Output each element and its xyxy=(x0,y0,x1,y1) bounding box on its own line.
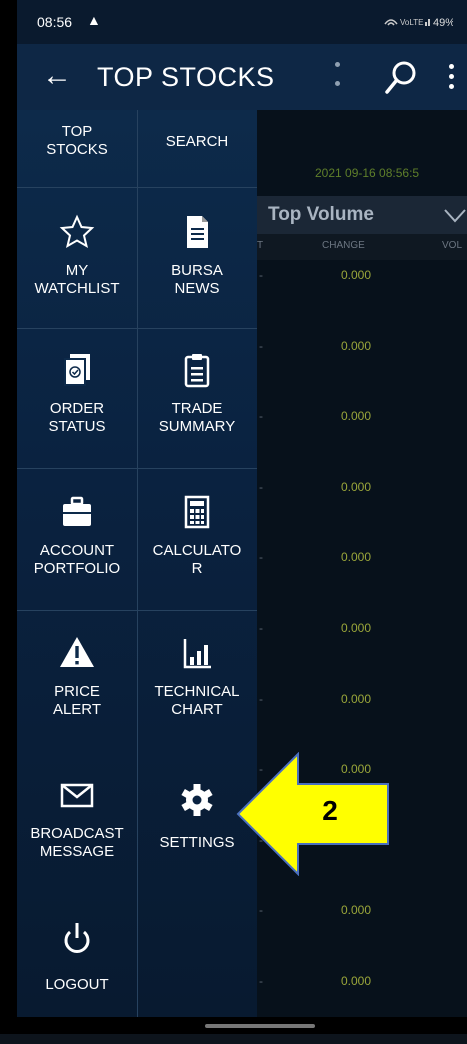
row-change: 0.000 xyxy=(341,621,372,635)
row-symbol: - xyxy=(259,268,263,282)
row-divider xyxy=(17,328,257,329)
menu-label: BROADCAST xyxy=(30,825,124,842)
row-symbol: - xyxy=(259,621,263,635)
menu-label: WATCHLIST xyxy=(34,280,120,297)
table-row[interactable]: - 0.000 xyxy=(257,268,467,338)
menu-label: SEARCH xyxy=(165,133,229,150)
menu-item-bursa-news[interactable]: BURSA NEWS xyxy=(137,212,257,298)
menu-item-logout[interactable]: LOGOUT xyxy=(17,918,137,994)
search-icon[interactable] xyxy=(383,58,419,98)
document-icon xyxy=(187,216,208,248)
row-symbol: - xyxy=(259,692,263,706)
menu-label: LOGOUT xyxy=(45,976,109,993)
menu-label: ORDER xyxy=(49,400,105,417)
table-row[interactable]: - 0.000 xyxy=(257,903,467,973)
menu-item-technical-chart[interactable]: TECHNICAL CHART xyxy=(137,633,257,719)
menu-label: TOP xyxy=(61,123,93,140)
menu-label: STATUS xyxy=(48,418,106,435)
column-header: T xyxy=(257,240,264,251)
app-bar: ← TOP STOCKS xyxy=(17,44,467,110)
menu-label: ACCOUNT xyxy=(39,542,115,559)
row-divider xyxy=(17,468,257,469)
row-change: 0.000 xyxy=(341,339,372,353)
table-row[interactable]: - 0.000 xyxy=(257,621,467,691)
menu-item-my-watchlist[interactable]: MY WATCHLIST xyxy=(17,212,137,298)
drag-dots-icon xyxy=(335,56,341,100)
calculator-icon xyxy=(184,495,210,529)
table-row[interactable]: - 0.000 xyxy=(257,339,467,409)
envelope-icon xyxy=(60,783,94,808)
status-indicators: VoLTE 49% xyxy=(383,14,455,31)
status-time: 08:56 xyxy=(37,14,73,30)
menu-item-broadcast-message[interactable]: BROADCAST MESSAGE xyxy=(17,775,137,861)
row-change: 0.000 xyxy=(341,550,372,564)
star-icon xyxy=(59,214,95,249)
table-row[interactable]: - 0.000 xyxy=(257,550,467,620)
page-title: TOP STOCKS xyxy=(97,62,275,92)
power-icon xyxy=(64,923,90,953)
svg-text:VoLTE: VoLTE xyxy=(400,18,423,27)
home-indicator[interactable] xyxy=(205,1024,315,1028)
menu-label: BURSA xyxy=(171,262,223,279)
status-bar: 08:56 ▲ VoLTE 49% xyxy=(17,0,467,44)
menu-item-calculator[interactable]: CALCULATO R xyxy=(137,492,257,578)
menu-label: TRADE xyxy=(171,400,223,417)
row-change: 0.000 xyxy=(341,692,372,706)
row-divider xyxy=(17,610,257,611)
row-change: 0.000 xyxy=(341,409,372,423)
table-row[interactable]: - 0.000 xyxy=(257,409,467,479)
menu-item-price-alert[interactable]: PRICE ALERT xyxy=(17,633,137,719)
order-status-icon xyxy=(64,354,90,386)
more-vert-icon[interactable] xyxy=(449,64,457,94)
back-arrow-icon[interactable]: ← xyxy=(39,56,75,96)
menu-item-trade-summary[interactable]: TRADE SUMMARY xyxy=(137,350,257,436)
row-symbol: - xyxy=(259,974,263,988)
screen-border-left xyxy=(0,0,17,1034)
menu-label: CHART xyxy=(171,701,223,718)
menu-label: MY xyxy=(65,262,89,279)
row-symbol: - xyxy=(259,480,263,494)
sort-label: Top Volume xyxy=(268,204,374,225)
menu-label: TECHNICAL xyxy=(154,683,240,700)
signal-battery-icon: VoLTE 49% xyxy=(384,17,455,29)
row-symbol: - xyxy=(259,339,263,353)
warning-icon: ▲ xyxy=(87,12,101,28)
menu-item-order-status[interactable]: ORDER STATUS xyxy=(17,350,137,436)
row-change: 0.000 xyxy=(341,268,372,282)
row-change: 0.000 xyxy=(341,974,372,988)
menu-item-top-stocks[interactable]: TOP STOCKS xyxy=(17,123,137,159)
briefcase-icon xyxy=(63,496,91,526)
menu-label: SUMMARY xyxy=(158,418,236,435)
chevron-down-icon xyxy=(444,209,466,223)
timestamp: 2021 09-16 08:56:5 xyxy=(315,166,420,180)
row-symbol: - xyxy=(259,409,263,423)
annotation-number: 2 xyxy=(322,795,338,826)
menu-label: STOCKS xyxy=(46,141,108,158)
menu-item-search[interactable]: SEARCH xyxy=(137,133,257,151)
menu-label: R xyxy=(191,560,203,577)
menu-label: NEWS xyxy=(174,280,220,297)
menu-label: ALERT xyxy=(52,701,102,718)
alert-triangle-icon xyxy=(60,637,94,667)
row-symbol: - xyxy=(259,550,263,564)
column-header-volume: VOL xyxy=(442,240,463,251)
menu-label: PORTFOLIO xyxy=(33,560,121,577)
row-symbol: - xyxy=(259,903,263,917)
row-change: 0.000 xyxy=(341,480,372,494)
column-header-change: CHANGE xyxy=(322,240,365,251)
bar-chart-icon xyxy=(183,639,211,669)
svg-text:49%: 49% xyxy=(433,17,453,28)
row-divider xyxy=(17,187,257,188)
row-change: 0.000 xyxy=(341,903,372,917)
clipboard-icon xyxy=(184,354,210,388)
menu-label: MESSAGE xyxy=(39,843,115,860)
table-row[interactable]: - 0.000 xyxy=(257,480,467,550)
gear-icon xyxy=(181,784,213,816)
menu-item-account-portfolio[interactable]: ACCOUNT PORTFOLIO xyxy=(17,492,137,578)
menu-label: CALCULATO xyxy=(152,542,242,559)
menu-label: PRICE xyxy=(54,683,100,700)
